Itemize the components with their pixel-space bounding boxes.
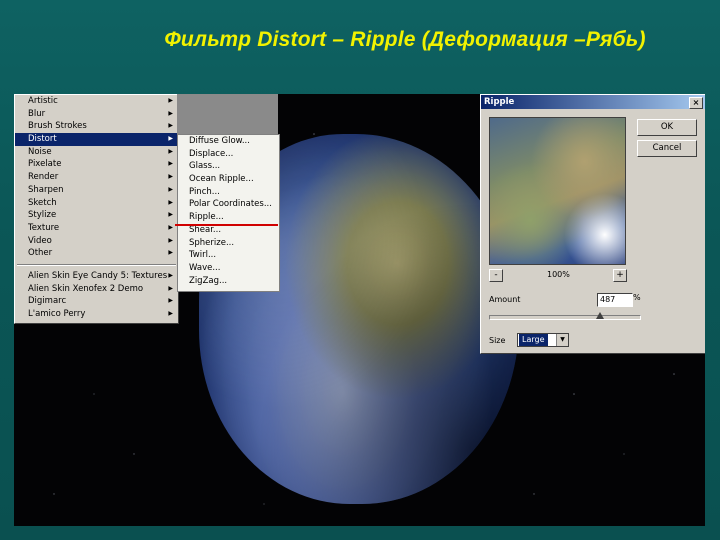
size-label: Size <box>489 336 506 345</box>
submenu-arrow-icon: ▶ <box>168 198 173 206</box>
menu-item-alien-skin-eye-candy-5-textures[interactable]: Alien Skin Eye Candy 5: Textures ▶ <box>15 270 178 283</box>
size-value: Large <box>519 334 548 346</box>
submenu-arrow-icon: ▶ <box>168 310 173 317</box>
dialog-title: Ripple <box>484 97 515 107</box>
menu-item-distort[interactable]: Distort ▶ <box>15 133 178 146</box>
menu-item-label: Digimarc <box>28 296 67 307</box>
menu-item-label: Artistic <box>28 96 58 106</box>
submenu-arrow-icon: ▶ <box>168 147 173 155</box>
submenu-item-displace[interactable]: Displace... <box>178 148 279 161</box>
amount-slider[interactable] <box>489 315 641 320</box>
amount-unit: % <box>633 293 641 302</box>
menu-item-label: Video <box>28 235 52 246</box>
menu-item-label: Sketch <box>28 197 57 208</box>
submenu-arrow-icon: ▶ <box>168 97 173 104</box>
submenu-item-twirl[interactable]: Twirl... <box>178 249 279 262</box>
menu-item-label: Alien Skin Xenofex 2 Demo <box>28 283 144 294</box>
menu-item-label: Blur <box>28 108 46 119</box>
submenu-arrow-icon: ▶ <box>168 223 173 231</box>
submenu-item-diffuse-glow[interactable]: Diffuse Glow... <box>178 135 279 148</box>
menu-item-label: Other <box>28 248 53 259</box>
submenu-arrow-icon: ▶ <box>168 173 173 181</box>
menu-item-label: Noise <box>28 146 52 157</box>
submenu-arrow-icon: ▶ <box>168 122 173 130</box>
menu-item-label: Pixelate <box>28 159 62 170</box>
menu-item-texture[interactable]: Texture ▶ <box>15 222 178 235</box>
menu-item-label: Texture <box>28 222 60 233</box>
submenu-item-polar-coordinates[interactable]: Polar Coordinates... <box>178 198 279 211</box>
menu-item-pixelate[interactable]: Pixelate ▶ <box>15 158 178 171</box>
submenu-item-glass[interactable]: Glass... <box>178 160 279 173</box>
submenu-arrow-icon: ▶ <box>168 211 173 219</box>
ripple-underline <box>175 224 278 226</box>
submenu-item-ripple[interactable]: Ripple... <box>178 211 279 224</box>
cancel-button[interactable]: Cancel <box>637 140 697 157</box>
menu-item-label: Render <box>28 172 59 183</box>
amount-field[interactable]: 487 <box>597 293 633 307</box>
amount-label: Amount <box>489 295 521 304</box>
menu-item-sketch[interactable]: Sketch ▶ <box>15 197 178 210</box>
submenu-arrow-icon: ▶ <box>168 109 173 117</box>
submenu-arrow-icon: ▶ <box>168 236 173 244</box>
menu-item-label: Distort <box>28 134 57 145</box>
distort-submenu: Diffuse Glow... Displace... Glass... Ocean … <box>177 134 280 292</box>
amount-slider-thumb[interactable] <box>596 312 604 319</box>
menu-item-video[interactable]: Video ▶ <box>15 235 178 248</box>
submenu-item-wave[interactable]: Wave... <box>178 262 279 275</box>
menu-item-label: L'amico Perry <box>28 309 86 319</box>
submenu-arrow-icon: ▶ <box>168 160 173 168</box>
submenu-arrow-icon: ▶ <box>168 135 173 143</box>
zoom-out-button[interactable]: - <box>489 269 503 282</box>
filter-menu: Artistic ▶ Blur ▶ Brush Strokes ▶ Distort ▶ Nois… <box>14 94 179 324</box>
ok-button[interactable]: OK <box>637 119 697 136</box>
menu-item-sharpen[interactable]: Sharpen ▶ <box>15 184 178 197</box>
submenu-arrow-icon: ▶ <box>168 185 173 193</box>
close-icon[interactable]: × <box>689 97 703 109</box>
menu-item-label: Sharpen <box>28 184 64 195</box>
menu-separator <box>17 263 176 266</box>
chevron-down-icon[interactable]: ▼ <box>556 334 568 346</box>
menu-backdrop <box>177 94 278 134</box>
zoom-level: 100% <box>547 270 570 279</box>
menu-item-l-amico-perry[interactable]: L'amico Perry ▶ <box>15 308 178 321</box>
ripple-dialog: Ripple × OK Cancel - 100% + Amount 487 %… <box>480 94 705 354</box>
dialog-titlebar[interactable]: Ripple × <box>481 95 705 109</box>
submenu-item-spherize[interactable]: Spherize... <box>178 237 279 250</box>
size-select[interactable]: Large ▼ <box>517 333 569 347</box>
zoom-in-button[interactable]: + <box>613 269 627 282</box>
submenu-item-ocean-ripple[interactable]: Ocean Ripple... <box>178 173 279 186</box>
menu-item-label: Stylize <box>28 210 57 221</box>
preview-image[interactable] <box>489 117 626 265</box>
menu-item-alien-skin-xenofex-2-demo[interactable]: Alien Skin Xenofex 2 Demo ▶ <box>15 283 178 296</box>
menu-item-render[interactable]: Render ▶ <box>15 171 178 184</box>
menu-item-brush-strokes[interactable]: Brush Strokes ▶ <box>15 120 178 133</box>
slide-title: Фильтр Distort – Ripple (Деформация –Ряб… <box>164 28 646 51</box>
menu-item-digimarc[interactable]: Digimarc ▶ <box>15 295 178 308</box>
submenu-arrow-icon: ▶ <box>168 271 173 279</box>
submenu-item-pinch[interactable]: Pinch... <box>178 186 279 199</box>
menu-item-artistic[interactable]: Artistic ▶ <box>15 95 178 108</box>
submenu-arrow-icon: ▶ <box>168 297 173 305</box>
submenu-item-zigzag[interactable]: ZigZag... <box>178 275 279 288</box>
menu-item-other[interactable]: Other ▶ <box>15 247 178 260</box>
menu-item-label: Alien Skin Eye Candy 5: Textures <box>28 270 168 281</box>
photoshop-screenshot: Artistic ▶ Blur ▶ Brush Strokes ▶ Distort ▶ Nois… <box>14 94 705 526</box>
submenu-arrow-icon: ▶ <box>168 249 173 257</box>
menu-item-label: Brush Strokes <box>28 121 87 132</box>
menu-item-stylize[interactable]: Stylize ▶ <box>15 209 178 222</box>
submenu-arrow-icon: ▶ <box>168 284 173 292</box>
menu-item-noise[interactable]: Noise ▶ <box>15 146 178 159</box>
menu-item-blur[interactable]: Blur ▶ <box>15 108 178 121</box>
